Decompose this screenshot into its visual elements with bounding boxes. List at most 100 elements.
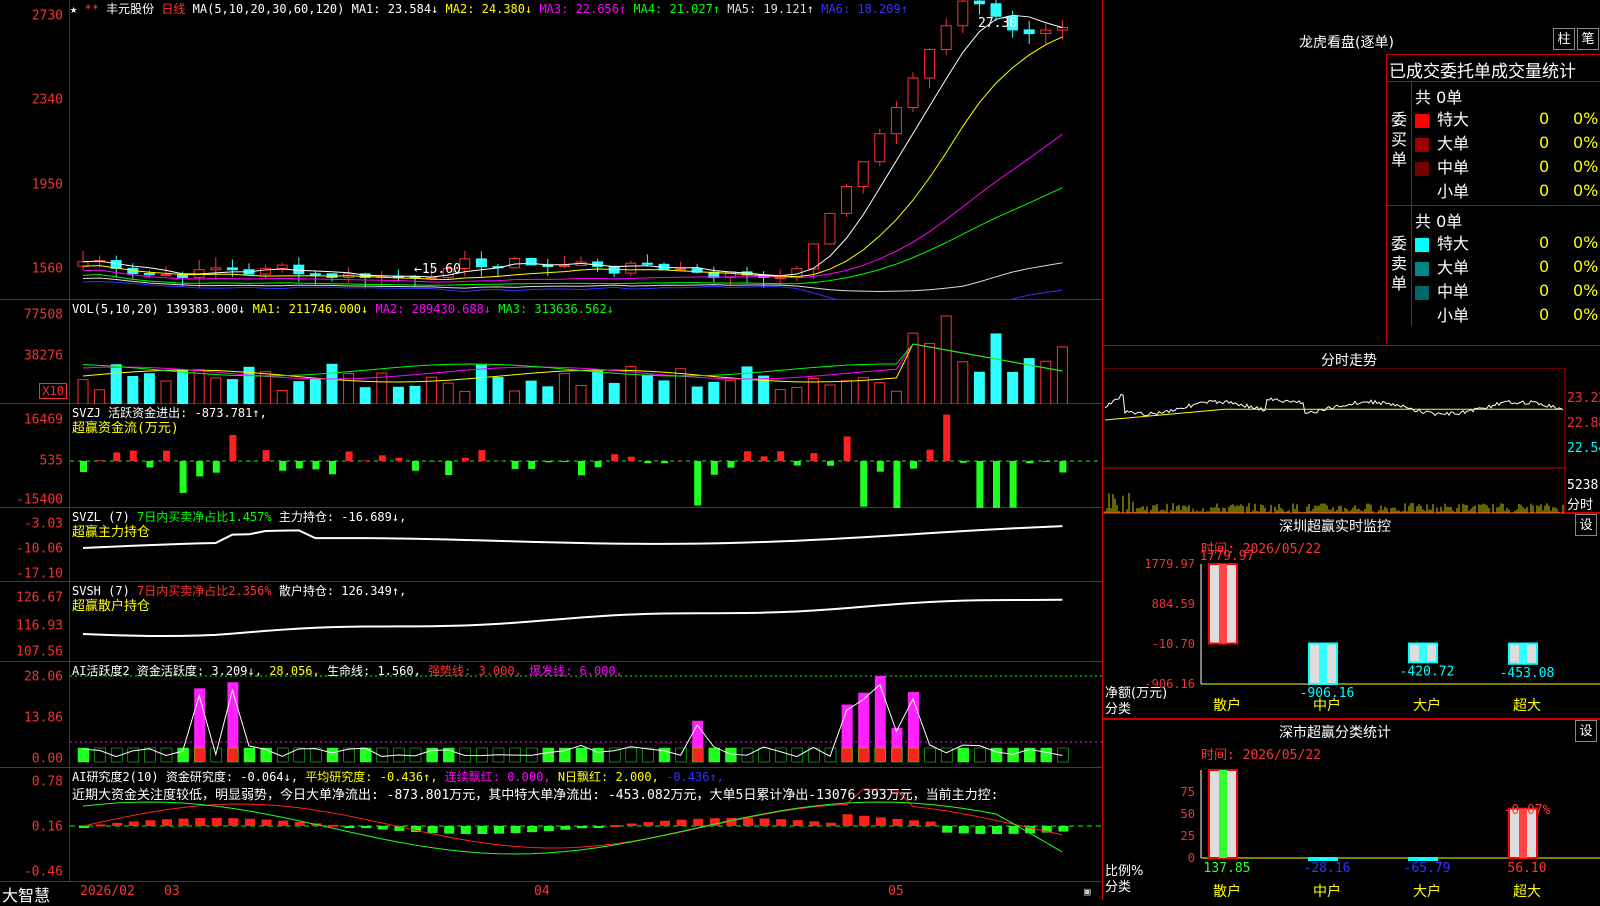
research-bar xyxy=(909,820,919,826)
svzl-tick: -10.06 xyxy=(16,542,63,557)
chart-area[interactable]: 2730 2340 1950 1560 ★ ** 丰元股份 日线 MA(5,10… xyxy=(0,0,1102,900)
brand-logo: 大智慧 xyxy=(2,882,50,906)
volume-bar xyxy=(526,381,536,404)
activity-base-bar xyxy=(958,748,969,762)
order-level-row: 中单00% xyxy=(1415,154,1598,178)
research-bar xyxy=(262,820,272,826)
volume-bar xyxy=(559,374,569,404)
ai-activity-header: AI活跃度2 资金活跃度: 3.209↓, 28.056, 生命线: 1.560… xyxy=(72,664,623,679)
research-bar xyxy=(776,819,786,826)
level-color-swatch xyxy=(1415,286,1429,300)
research-bar xyxy=(843,814,853,826)
ai-activity-pane[interactable]: 28.06 13.86 0.00 AI活跃度2 资金活跃度: 3.209↓, 2… xyxy=(0,662,1102,768)
candle-body xyxy=(78,262,88,266)
volume-bar xyxy=(95,390,105,404)
tick-mode-button[interactable]: 笔 xyxy=(1577,28,1599,50)
candle-body xyxy=(875,134,885,162)
flow-bar xyxy=(910,461,917,469)
indicator-value: 139383.000↓ xyxy=(166,302,245,316)
volume-bar xyxy=(593,371,603,404)
flow-bar xyxy=(180,461,187,493)
price-tick: 2340 xyxy=(32,93,63,108)
bar-mode-button[interactable]: 柱 xyxy=(1553,28,1575,50)
candle-body xyxy=(144,274,154,275)
level-name: 大单 xyxy=(1437,258,1469,277)
ai2-tick: 13.86 xyxy=(24,711,63,726)
level-value: 0 xyxy=(1539,254,1569,278)
volume-bar xyxy=(1008,372,1018,404)
category-label: 大户 xyxy=(1413,697,1441,714)
research-bar xyxy=(793,820,803,826)
price-header: ★ ** 丰元股份 日线 MA(5,10,20,30,60,120) MA1: … xyxy=(70,2,908,17)
flow-bar xyxy=(379,455,386,461)
level-color-swatch xyxy=(1415,138,1429,152)
activity-base-bar xyxy=(410,748,421,762)
candle-body xyxy=(908,78,918,107)
research-bar xyxy=(112,823,122,826)
svzl-pane[interactable]: -3.03 -10.06 -17.10 SVZL (7) 7日内买卖净占比1.4… xyxy=(0,508,1102,582)
period-label[interactable]: 日线 xyxy=(161,2,185,16)
activity-base-bar xyxy=(211,748,222,762)
candle-body xyxy=(941,26,951,50)
research-bar xyxy=(245,819,255,826)
sell-orders: 委卖单 共 0单 特大00%大单00%中单00%小单00% xyxy=(1387,205,1600,346)
ai-activity-axis: 28.06 13.86 0.00 xyxy=(0,662,70,767)
star-icon[interactable]: ★ xyxy=(70,2,77,16)
flow-bar xyxy=(263,450,270,461)
ai2-burstline: 爆发线: 6.000, xyxy=(529,664,623,678)
candlestick-chart[interactable] xyxy=(70,0,1102,300)
flow-bar xyxy=(213,461,220,473)
level-color-swatch xyxy=(1415,262,1429,276)
category-label: 超大 xyxy=(1513,884,1541,900)
volume-pane[interactable]: 77508 38276 X10 VOL(5,10,20) 139383.000↓… xyxy=(0,300,1102,404)
sell-total: 共 0单 xyxy=(1415,208,1462,232)
research-bar xyxy=(859,816,869,826)
intraday-panel[interactable]: 分时走势 23.22 22.88 22.54 5238 分时 xyxy=(1103,345,1600,513)
lock-icon[interactable]: ▣ xyxy=(1084,885,1091,898)
candle-body xyxy=(974,1,984,4)
research-bar xyxy=(743,818,753,826)
air-value: 资金研究度: -0.064↓, xyxy=(166,770,298,784)
activity-base-bar xyxy=(626,748,637,762)
activity-base-bar xyxy=(875,748,886,762)
bar-value-label: 137.85 xyxy=(1204,861,1251,876)
volume-bar xyxy=(277,391,287,404)
research-bar xyxy=(577,826,587,828)
level-pct: 0% xyxy=(1569,278,1598,302)
order-level-row: 大单00% xyxy=(1415,254,1598,278)
bar-value-label: 56.10 xyxy=(1507,861,1546,876)
candle-body xyxy=(626,263,636,273)
research-bar xyxy=(975,826,985,834)
classify-panel: 深市超赢分类统计 设 时间: 2026/05/22 7550250137.85散… xyxy=(1103,719,1600,900)
price-pane[interactable]: 2730 2340 1950 1560 ★ ** 丰元股份 日线 MA(5,10… xyxy=(0,0,1102,300)
price-tick: 2730 xyxy=(32,9,63,24)
level-name: 特大 xyxy=(1437,110,1469,129)
flow-bar xyxy=(993,461,1000,508)
svzj-pane[interactable]: 16469 535 -15400 SVZJ 活跃资金进出: -873.781↑,… xyxy=(0,404,1102,508)
flow-bar xyxy=(943,415,950,461)
research-bar xyxy=(876,817,886,826)
svzl-ratio: 7日内买卖净占比1.457% xyxy=(137,510,272,524)
mark-icon: ** xyxy=(84,2,98,16)
candle-body xyxy=(808,244,818,269)
research-bar xyxy=(328,825,338,827)
flow-bar xyxy=(827,461,834,466)
research-bar xyxy=(345,826,355,828)
activity-base-bar xyxy=(842,748,853,762)
volume-bar xyxy=(78,380,88,404)
volume-bar xyxy=(576,385,586,404)
indicator-value: MA3: 313636.562↓ xyxy=(491,302,614,316)
flow-bar xyxy=(777,451,784,461)
research-bar xyxy=(544,826,554,831)
volume-bar xyxy=(393,387,403,404)
indicator-value: MA1: 23.584↓ xyxy=(352,2,439,16)
ai-research-pane[interactable]: 0.78 0.16 -0.46 AI研究度2(10) 资金研究度: -0.064… xyxy=(0,768,1102,881)
buy-orders: 委买单 共 0单 特大00%大单00%中单00%小单00% xyxy=(1387,81,1600,206)
order-level-row: 小单00% xyxy=(1415,178,1598,202)
volume-bar xyxy=(642,375,652,404)
svsh-pane[interactable]: 126.67 116.93 107.56 SVSH (7) 7日内买卖净占比2.… xyxy=(0,582,1102,662)
volume-bar xyxy=(211,378,221,404)
intraday-chart[interactable] xyxy=(1103,368,1600,513)
vol-unit: X10 xyxy=(39,383,67,399)
intraday-price: 22.88 xyxy=(1567,416,1600,431)
